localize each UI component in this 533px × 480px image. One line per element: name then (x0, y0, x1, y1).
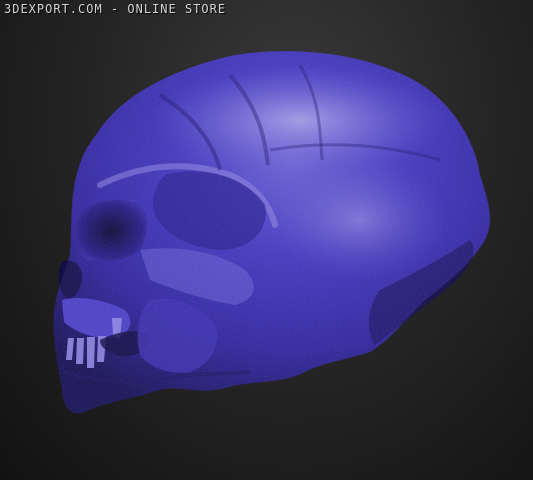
render-viewport: 3DEXPORT.COM - ONLINE STORE (0, 0, 533, 480)
skull-sculpt-icon (53, 51, 490, 414)
